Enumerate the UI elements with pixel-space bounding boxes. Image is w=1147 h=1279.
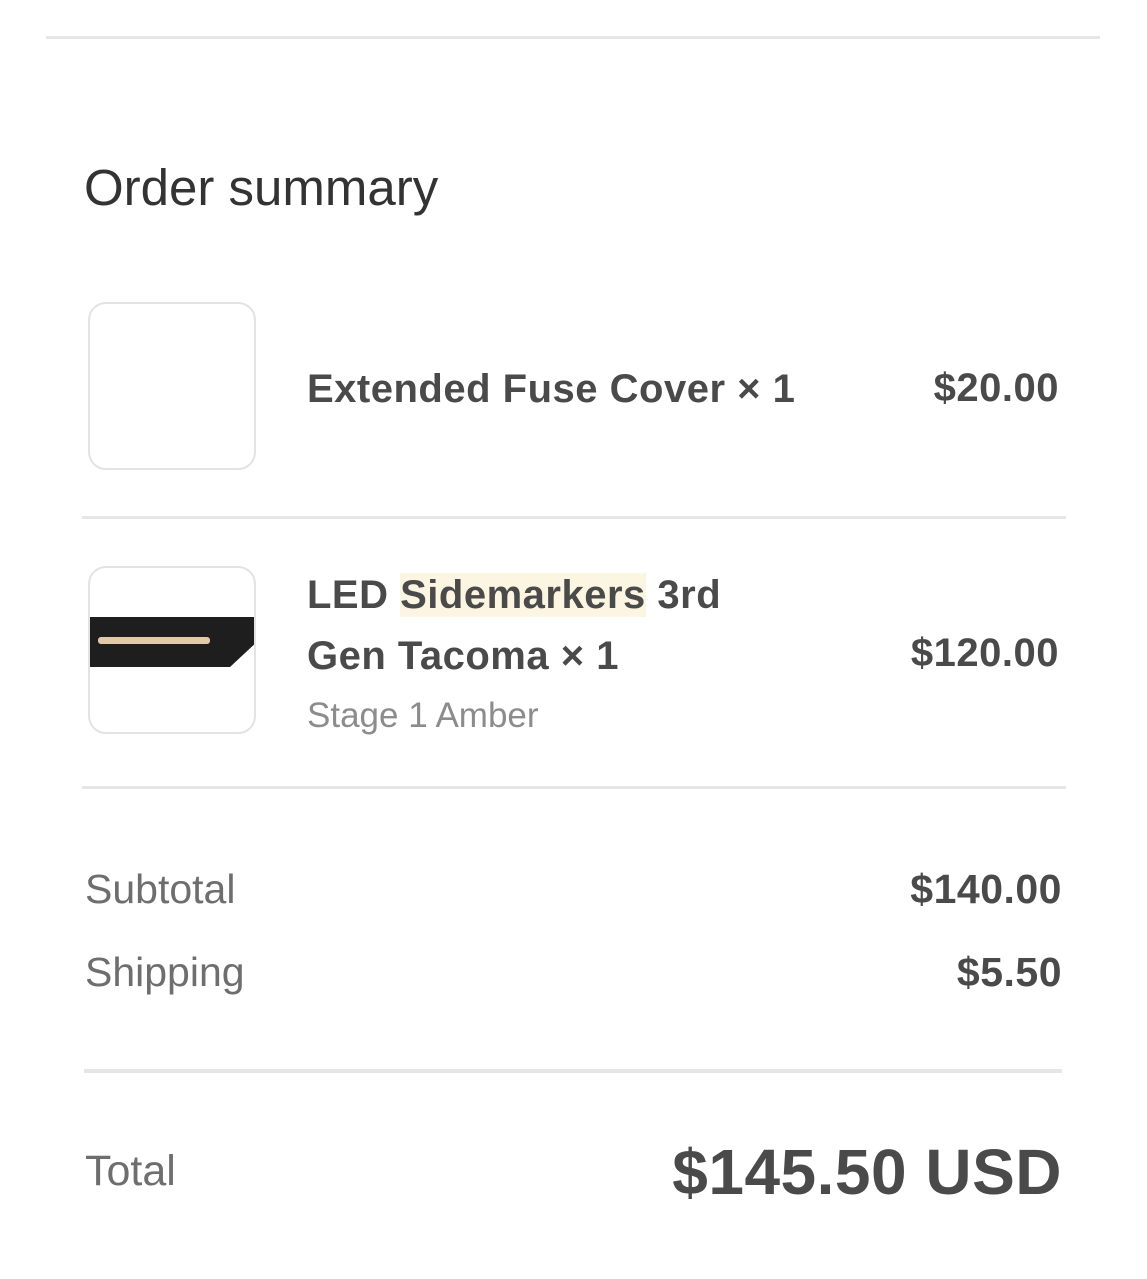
total-row: Total $145.50 USD (85, 1136, 1062, 1208)
item-price: $20.00 (933, 366, 1059, 410)
item-divider (82, 516, 1066, 519)
item-name-part: 3rd (645, 573, 722, 617)
subtotal-value: $140.00 (910, 866, 1062, 912)
total-value: $145.50 USD (672, 1136, 1062, 1208)
item-name: Extended Fuse Cover × 1 (307, 367, 796, 411)
shipping-label: Shipping (85, 949, 245, 995)
top-divider (46, 36, 1100, 39)
order-summary-heading: Order summary (84, 159, 439, 216)
shipping-row: Shipping $5.50 (85, 947, 1062, 997)
search-highlight: Sidemarkers (400, 573, 646, 617)
item-variant: Stage 1 Amber (307, 696, 539, 735)
items-divider (82, 786, 1066, 789)
subtotal-row: Subtotal $140.00 (85, 864, 1062, 914)
product-thumbnail (88, 302, 256, 470)
sidemarker-product-icon (90, 617, 254, 667)
shipping-value: $5.50 (956, 949, 1062, 995)
item-name-line-1: LED Sidemarkers 3rd (307, 564, 721, 626)
total-label: Total (85, 1147, 176, 1195)
totals-divider (84, 1069, 1062, 1073)
subtotal-label: Subtotal (85, 866, 236, 912)
product-thumbnail (88, 566, 256, 734)
item-name-part: LED (307, 573, 401, 617)
item-price: $120.00 (910, 631, 1059, 675)
item-name-line-2: Gen Tacoma × 1 (307, 634, 619, 678)
line-item-extended-fuse-cover: Extended Fuse Cover × 1 $20.00 (82, 300, 1066, 474)
line-item-led-sidemarkers: LED Sidemarkers 3rd Gen Tacoma × 1 Stage… (82, 564, 1066, 740)
